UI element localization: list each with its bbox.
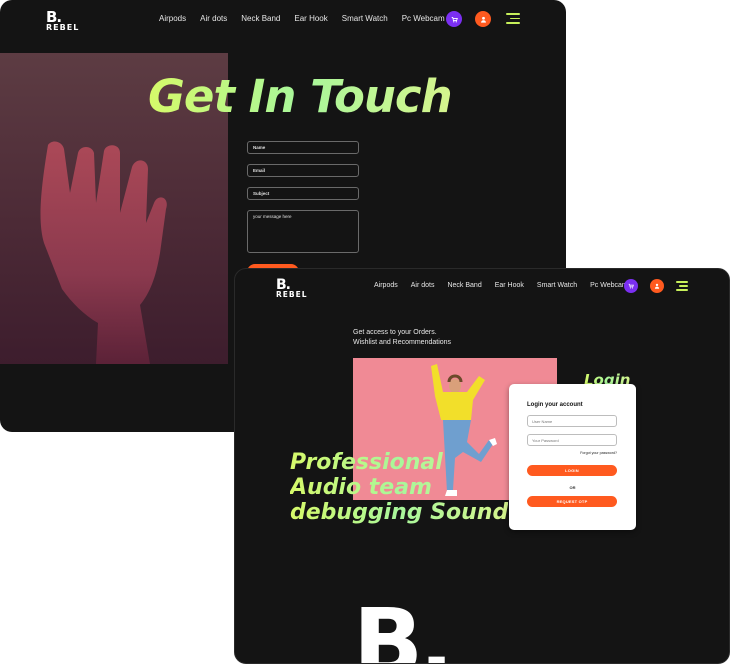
login-button[interactable]: LOGIN bbox=[527, 465, 617, 476]
menu-button[interactable] bbox=[676, 281, 688, 294]
nav-item-pc-webcam[interactable]: Pc Webcam bbox=[402, 14, 445, 23]
user-icon bbox=[480, 16, 486, 23]
menu-button[interactable] bbox=[506, 13, 520, 27]
hero-title: Get In Touch bbox=[148, 70, 453, 123]
brand-logo[interactable]: B. REBEL bbox=[46, 10, 79, 32]
nav-item-smart-watch[interactable]: Smart Watch bbox=[537, 282, 577, 289]
promo-line-3: debugging Sound bbox=[290, 500, 509, 525]
nav-item-pc-webcam[interactable]: Pc Webcam bbox=[590, 282, 628, 289]
account-button[interactable] bbox=[650, 279, 664, 293]
tagline: Get access to your Orders. Wishlist and … bbox=[353, 328, 451, 348]
account-button[interactable] bbox=[475, 11, 491, 27]
or-divider: OR bbox=[569, 485, 576, 490]
username-input[interactable]: User Name bbox=[527, 415, 617, 427]
email-field[interactable]: Email bbox=[247, 164, 359, 177]
logo-name: REBEL bbox=[276, 290, 308, 299]
promo-headline: Professional Audio team debugging Sound bbox=[290, 450, 508, 525]
nav-item-neck-band[interactable]: Neck Band bbox=[447, 282, 481, 289]
subject-field[interactable]: Subject bbox=[247, 187, 359, 200]
promo-line-2: Audio team bbox=[290, 475, 432, 500]
user-icon bbox=[654, 283, 660, 289]
logo-name: REBEL bbox=[46, 23, 80, 32]
menu-icon bbox=[506, 13, 520, 15]
nav-item-ear-hook[interactable]: Ear Hook bbox=[294, 14, 327, 23]
name-field[interactable]: Name bbox=[247, 141, 359, 154]
tagline-line-2: Wishlist and Recommendations bbox=[353, 339, 452, 346]
nav-item-smart-watch[interactable]: Smart Watch bbox=[342, 14, 388, 23]
main-nav: Airpods Air dots Neck Band Ear Hook Smar… bbox=[159, 14, 445, 23]
nav-item-neck-band[interactable]: Neck Band bbox=[241, 14, 280, 23]
message-field[interactable]: your message here bbox=[247, 210, 359, 253]
login-card-title: Login your account bbox=[527, 402, 583, 408]
menu-icon bbox=[676, 281, 688, 283]
nav-item-air-dots[interactable]: Air dots bbox=[411, 282, 435, 289]
cart-button[interactable] bbox=[624, 279, 638, 293]
login-page-window: B. REBEL Airpods Air dots Neck Band Ear … bbox=[234, 268, 730, 664]
nav-item-air-dots[interactable]: Air dots bbox=[200, 14, 227, 23]
promo-line-1: Professional bbox=[290, 450, 443, 475]
forgot-password-link[interactable]: Forgot your password? bbox=[569, 451, 617, 455]
request-otp-button[interactable]: REQUEST OTP bbox=[527, 496, 617, 507]
cart-icon bbox=[451, 16, 458, 22]
nav-item-airpods[interactable]: Airpods bbox=[159, 14, 186, 23]
cart-button[interactable] bbox=[446, 11, 462, 27]
main-nav: Airpods Air dots Neck Band Ear Hook Smar… bbox=[374, 282, 628, 289]
nav-item-airpods[interactable]: Airpods bbox=[374, 282, 398, 289]
password-input[interactable]: Your Password bbox=[527, 434, 617, 446]
login-card: Login your account User Name Your Passwo… bbox=[509, 384, 636, 530]
brand-logo[interactable]: B. REBEL bbox=[276, 278, 308, 299]
footer-brand-mark: B. bbox=[353, 589, 454, 664]
nav-item-ear-hook[interactable]: Ear Hook bbox=[495, 282, 524, 289]
tagline-line-1: Get access to your Orders. bbox=[353, 329, 437, 336]
cart-icon bbox=[628, 283, 634, 289]
